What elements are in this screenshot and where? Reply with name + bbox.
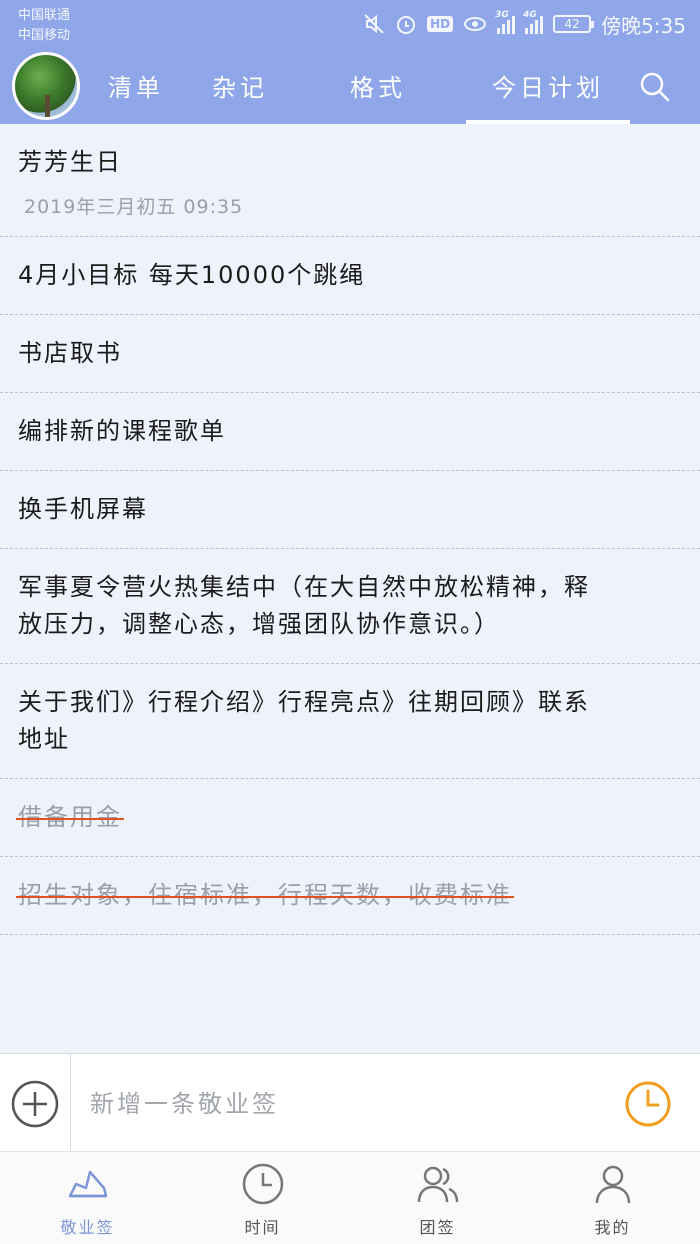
battery-icon: 42 xyxy=(553,15,595,33)
divider xyxy=(70,1054,71,1152)
list-item[interactable]: 编排新的课程歌单 xyxy=(0,393,700,471)
status-bar: 中国联通 中国移动 HD 3G 4G 42 傍晚5:35 xyxy=(0,0,700,48)
item-text: 4月小目标 每天10000个跳绳 xyxy=(18,261,366,289)
group-icon xyxy=(416,1162,460,1206)
item-text: 换手机屏幕 xyxy=(18,495,148,523)
reminder-clock-icon[interactable] xyxy=(624,1080,672,1128)
app-header: 中国联通 中国移动 HD 3G 4G 42 傍晚5:35 清单 杂记 格式 今日… xyxy=(0,0,700,124)
carrier-2: 中国移动 xyxy=(18,28,71,43)
signal-4g-icon: 4G xyxy=(523,10,544,34)
person-icon xyxy=(591,1162,635,1206)
tab-today-plan[interactable]: 今日计划 xyxy=(466,48,630,124)
item-text: 编排新的课程歌单 xyxy=(18,417,226,445)
mute-icon xyxy=(363,13,385,35)
item-text: 军事夏令营火热集结中（在大自然中放松精神，释放压力，调整心态，增强团队协作意识。… xyxy=(18,573,590,638)
nav-mine[interactable]: 我的 xyxy=(525,1152,700,1244)
net-3g-label: 3G xyxy=(495,10,509,20)
nav-label: 时间 xyxy=(244,1218,281,1237)
memo-list: 芳芳生日 2019年三月初五 09:35 4月小目标 每天10000个跳绳 书店… xyxy=(0,124,700,935)
item-text: 关于我们》行程介绍》行程亮点》往期回顾》联系地址 xyxy=(18,688,590,753)
net-4g-label: 4G xyxy=(523,10,537,20)
list-item[interactable]: 军事夏令营火热集结中（在大自然中放松精神，释放压力，调整心态，增强团队协作意识。… xyxy=(0,549,700,664)
item-date: 2019年三月初五 09:35 xyxy=(24,196,244,218)
boat-icon xyxy=(66,1162,110,1206)
list-item-done[interactable]: 借备用金 xyxy=(0,779,700,857)
status-icons: HD 3G 4G 42 傍晚5:35 xyxy=(363,10,686,38)
nav-time[interactable]: 时间 xyxy=(175,1152,350,1244)
list-item[interactable]: 书店取书 xyxy=(0,315,700,393)
list-item[interactable]: 4月小目标 每天10000个跳绳 xyxy=(0,237,700,315)
tab-list[interactable]: 清单 xyxy=(96,48,176,124)
add-circle-icon[interactable] xyxy=(11,1080,59,1128)
bottom-nav: 敬业签 时间 团签 我的 xyxy=(0,1151,700,1244)
list-item-done[interactable]: 招生对象，住宿标准，行程天数，收费标准 xyxy=(0,857,700,935)
tab-notes[interactable]: 杂记 xyxy=(200,48,280,124)
hd-icon: HD xyxy=(427,16,454,32)
battery-level: 42 xyxy=(564,17,580,31)
item-text: 书店取书 xyxy=(18,339,122,367)
nav-group[interactable]: 团签 xyxy=(350,1152,525,1244)
clock-icon xyxy=(241,1162,285,1206)
nav-label: 团签 xyxy=(419,1218,456,1237)
search-icon[interactable] xyxy=(640,72,670,102)
carrier-info: 中国联通 中国移动 xyxy=(18,6,70,46)
new-memo-bar xyxy=(0,1053,700,1152)
list-item[interactable]: 芳芳生日 2019年三月初五 09:35 xyxy=(0,124,700,237)
alarm-icon xyxy=(395,13,417,35)
item-text-struck: 招生对象，住宿标准，行程天数，收费标准 xyxy=(16,877,514,914)
avatar[interactable] xyxy=(12,52,80,120)
carrier-1: 中国联通 xyxy=(18,8,71,23)
status-time: 傍晚5:35 xyxy=(601,13,686,38)
nav-label: 我的 xyxy=(594,1218,631,1237)
list-item[interactable]: 换手机屏幕 xyxy=(0,471,700,549)
eye-icon xyxy=(463,15,487,33)
item-text-struck: 借备用金 xyxy=(16,799,124,836)
nav-label: 敬业签 xyxy=(60,1218,115,1237)
top-tabbar: 清单 杂记 格式 今日计划 xyxy=(0,48,700,124)
new-memo-input[interactable] xyxy=(90,1082,590,1126)
tab-format[interactable]: 格式 xyxy=(338,48,418,124)
signal-3g-icon: 3G xyxy=(495,10,516,34)
nav-jingyeqian[interactable]: 敬业签 xyxy=(0,1152,175,1244)
list-item[interactable]: 关于我们》行程介绍》行程亮点》往期回顾》联系地址 xyxy=(0,664,700,779)
